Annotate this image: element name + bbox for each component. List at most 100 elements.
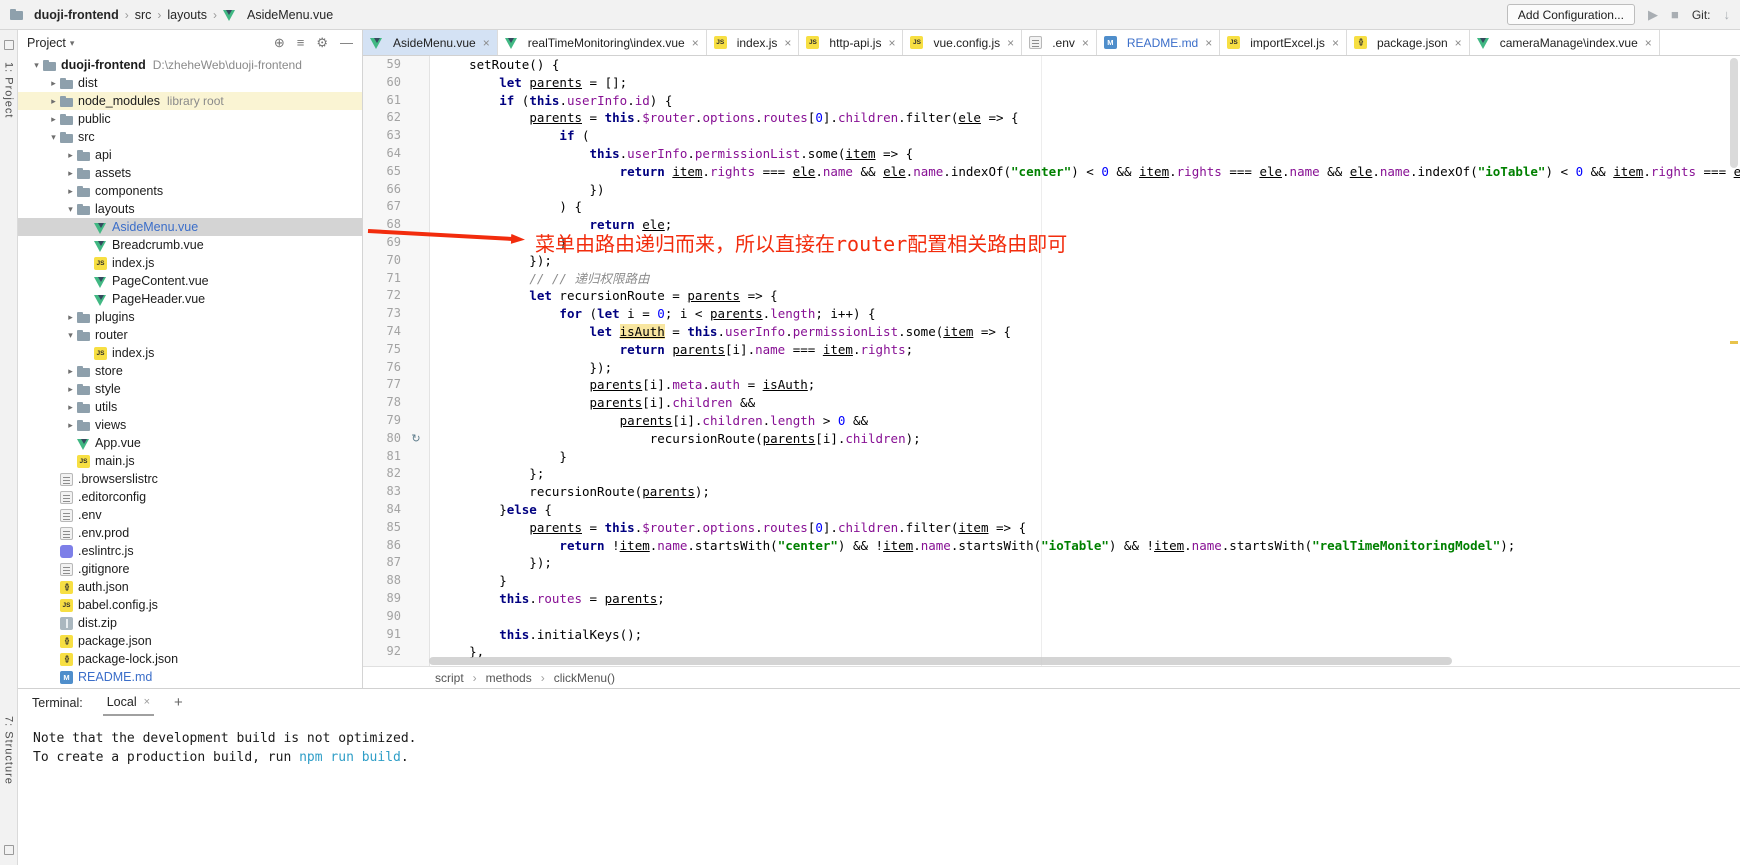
tab-importExcel.js[interactable]: importExcel.js× xyxy=(1220,30,1347,55)
breadcrumb-item-src[interactable]: src xyxy=(135,8,152,22)
line-number[interactable]: 91 xyxy=(363,626,403,644)
tree-item-components[interactable]: ▸components xyxy=(18,182,362,200)
chevron-right-icon[interactable]: ▸ xyxy=(64,312,77,323)
tree-item-.browserslistrc[interactable]: .browserslistrc xyxy=(18,470,362,488)
tree-item-.editorconfig[interactable]: .editorconfig xyxy=(18,488,362,506)
tab-README.md[interactable]: README.md× xyxy=(1097,30,1220,55)
line-number[interactable]: 76 xyxy=(363,359,403,377)
line-number[interactable]: 63 xyxy=(363,127,403,145)
line-number[interactable]: 79 xyxy=(363,412,403,430)
tree-item-views[interactable]: ▸views xyxy=(18,416,362,434)
tab-index.js[interactable]: index.js× xyxy=(707,30,800,55)
breadcrumb-clickmenu[interactable]: clickMenu() xyxy=(554,671,615,685)
line-number[interactable]: 80 xyxy=(363,430,403,448)
line-number[interactable]: 68 xyxy=(363,216,403,234)
settings-gear-icon[interactable]: ⚙ xyxy=(316,35,328,51)
breadcrumb-methods[interactable]: methods xyxy=(486,671,532,685)
tree-item-plugins[interactable]: ▸plugins xyxy=(18,308,362,326)
line-number[interactable]: 83 xyxy=(363,483,403,501)
tab-package.json[interactable]: package.json× xyxy=(1347,30,1470,55)
tool-window-icon[interactable] xyxy=(4,40,14,50)
tree-item-Breadcrumb.vue[interactable]: Breadcrumb.vue xyxy=(18,236,362,254)
tab-close-icon[interactable]: × xyxy=(1007,36,1014,50)
tree-item-public[interactable]: ▸public xyxy=(18,110,362,128)
line-number[interactable]: 69 xyxy=(363,234,403,252)
line-number[interactable]: 73 xyxy=(363,305,403,323)
line-number[interactable]: 70 xyxy=(363,252,403,270)
scrollbar-thumb[interactable] xyxy=(1730,58,1738,168)
line-number[interactable]: 89 xyxy=(363,590,403,608)
tree-item-App.vue[interactable]: App.vue xyxy=(18,434,362,452)
tool-windows-toggle-icon[interactable] xyxy=(4,845,14,855)
tab-close-icon[interactable]: × xyxy=(1645,36,1652,50)
tree-item-index.js[interactable]: index.js xyxy=(18,254,362,272)
tree-item-style[interactable]: ▸style xyxy=(18,380,362,398)
vertical-scrollbar[interactable] xyxy=(1728,56,1740,656)
line-number[interactable]: 78 xyxy=(363,394,403,412)
run-icon[interactable]: ▶ xyxy=(1648,7,1658,23)
tree-item-package-lock.json[interactable]: package-lock.json xyxy=(18,650,362,668)
tree-item-store[interactable]: ▸store xyxy=(18,362,362,380)
chevron-down-icon[interactable]: ▾ xyxy=(30,60,43,71)
tree-item-auth.json[interactable]: auth.json xyxy=(18,578,362,596)
chevron-down-icon[interactable]: ▾ xyxy=(47,132,60,143)
tree-item-dist[interactable]: ▸dist xyxy=(18,74,362,92)
tab-close-icon[interactable]: × xyxy=(1082,36,1089,50)
tree-item-package.json[interactable]: package.json xyxy=(18,632,362,650)
tree-item-utils[interactable]: ▸utils xyxy=(18,398,362,416)
tree-item-PageContent.vue[interactable]: PageContent.vue xyxy=(18,272,362,290)
tree-item-.env.prod[interactable]: .env.prod xyxy=(18,524,362,542)
tab-close-icon[interactable]: × xyxy=(483,36,490,50)
breadcrumb-item-layouts[interactable]: layouts xyxy=(167,8,207,22)
tab-close-icon[interactable]: × xyxy=(888,36,895,50)
line-number[interactable]: 60 xyxy=(363,74,403,92)
chevron-right-icon[interactable]: ▸ xyxy=(64,384,77,395)
stop-icon[interactable]: ■ xyxy=(1671,7,1679,22)
tree-item-duoji-frontend[interactable]: ▾duoji-frontendD:\zheheWeb\duoji-fronten… xyxy=(18,56,362,74)
tree-item-.env[interactable]: .env xyxy=(18,506,362,524)
tab-close-icon[interactable]: × xyxy=(1455,36,1462,50)
chevron-right-icon[interactable]: ▸ xyxy=(64,186,77,197)
horizontal-scrollbar[interactable] xyxy=(429,657,1724,665)
chevron-down-icon[interactable]: ▾ xyxy=(64,330,77,341)
tree-item-node_modules[interactable]: ▸node_moduleslibrary root xyxy=(18,92,362,110)
chevron-down-icon[interactable]: ▾ xyxy=(70,38,75,49)
line-number[interactable]: 59 xyxy=(363,56,403,74)
line-number[interactable]: 66 xyxy=(363,181,403,199)
chevron-right-icon[interactable]: ▸ xyxy=(47,96,60,107)
terminal-tab-local[interactable]: Local × xyxy=(103,689,154,716)
breadcrumb-item-project[interactable]: duoji-frontend xyxy=(34,8,119,22)
collapse-all-icon[interactable]: ≡ xyxy=(297,35,305,51)
tab-close-icon[interactable]: × xyxy=(784,36,791,50)
line-number[interactable]: 82 xyxy=(363,465,403,483)
scrollbar-thumb[interactable] xyxy=(429,657,1452,665)
tree-item-PageHeader.vue[interactable]: PageHeader.vue xyxy=(18,290,362,308)
hide-panel-icon[interactable]: — xyxy=(340,35,353,51)
tab-.env[interactable]: .env× xyxy=(1022,30,1097,55)
project-panel-title[interactable]: Project xyxy=(27,36,66,50)
tab-close-icon[interactable]: × xyxy=(1205,36,1212,50)
tree-item-api[interactable]: ▸api xyxy=(18,146,362,164)
locate-icon[interactable]: ⊕ xyxy=(274,35,285,51)
tab-vue.config.js[interactable]: vue.config.js× xyxy=(903,30,1022,55)
line-number[interactable]: 85 xyxy=(363,519,403,537)
add-configuration-button[interactable]: Add Configuration... xyxy=(1507,4,1635,25)
line-number[interactable]: 65 xyxy=(363,163,403,181)
tab-AsideMenu.vue[interactable]: AsideMenu.vue× xyxy=(363,30,498,55)
tool-button-structure[interactable]: 7: Structure xyxy=(3,716,15,785)
tree-item-.eslintrc.js[interactable]: .eslintrc.js xyxy=(18,542,362,560)
tree-item-babel.config.js[interactable]: babel.config.js xyxy=(18,596,362,614)
tree-item-dist.zip[interactable]: dist.zip xyxy=(18,614,362,632)
tree-item-router[interactable]: ▾router xyxy=(18,326,362,344)
chevron-right-icon[interactable]: ▸ xyxy=(64,150,77,161)
line-number[interactable]: 71 xyxy=(363,270,403,288)
line-number[interactable]: 64 xyxy=(363,145,403,163)
line-number[interactable]: 92 xyxy=(363,643,403,661)
line-number[interactable]: 87 xyxy=(363,554,403,572)
line-number[interactable]: 67 xyxy=(363,198,403,216)
chevron-right-icon[interactable]: ▸ xyxy=(64,420,77,431)
new-terminal-icon[interactable]: + xyxy=(174,694,183,711)
tab-close-icon[interactable]: × xyxy=(1332,36,1339,50)
chevron-right-icon[interactable]: ▸ xyxy=(64,366,77,377)
line-number[interactable]: 88 xyxy=(363,572,403,590)
